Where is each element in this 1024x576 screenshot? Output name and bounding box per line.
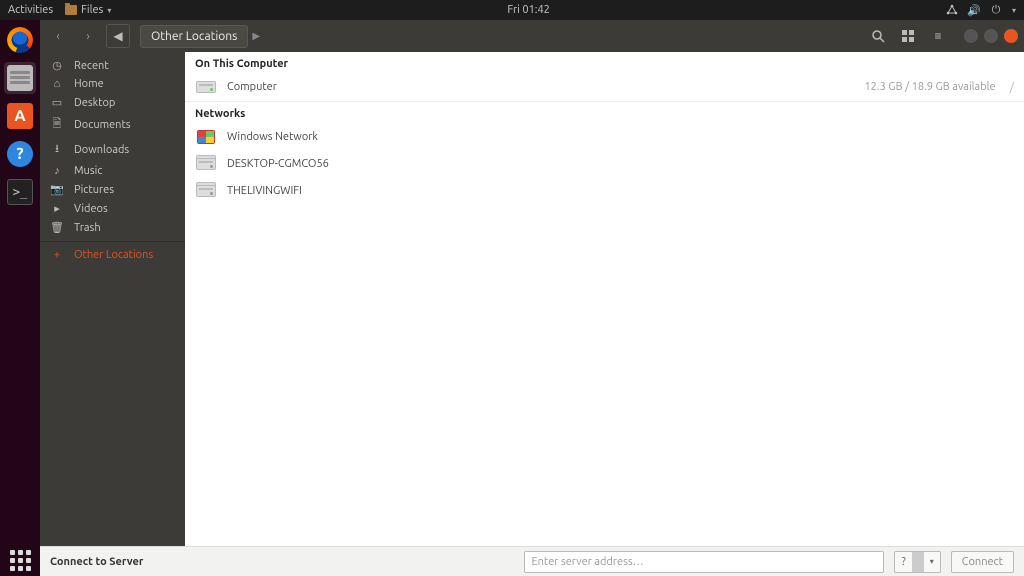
view-toggle-button[interactable] <box>896 24 920 48</box>
close-button[interactable] <box>1004 29 1018 43</box>
sidebar-item-other-locations[interactable]: + Other Locations <box>40 246 185 264</box>
desktop-icon: ▭ <box>50 96 64 109</box>
sidebar-item-label: Home <box>74 78 104 90</box>
music-icon: ♪ <box>50 165 64 177</box>
power-icon[interactable]: ⏻ <box>990 4 1002 16</box>
software-icon: A <box>7 103 33 129</box>
sidebar-item-trash[interactable]: 🗑 Trash <box>40 218 185 237</box>
app-menu[interactable]: Files ▾ <box>65 4 111 16</box>
forward-button[interactable]: › <box>76 24 100 48</box>
gnome-topbar: Activities Files ▾ Fri 01:42 🔊 ⏻ ▾ <box>0 0 1024 20</box>
section-header-networks: Networks <box>185 102 1024 124</box>
show-applications[interactable] <box>4 544 36 576</box>
launcher-dock: A ? >_ <box>0 20 40 576</box>
question-icon: ? <box>895 556 911 568</box>
clock[interactable]: Fri 01:42 <box>111 4 946 16</box>
sidebar-item-label: Downloads <box>74 144 129 156</box>
chevron-right-icon: ▶ <box>250 30 262 42</box>
breadcrumb-item[interactable]: Other Locations <box>140 25 248 48</box>
network-icon[interactable] <box>946 4 958 16</box>
row-label: DESKTOP-CGMCO56 <box>227 158 329 170</box>
folder-icon <box>65 5 77 15</box>
breadcrumb: Other Locations ▶ <box>140 25 262 48</box>
back-button[interactable]: ‹ <box>46 24 70 48</box>
server-address-input[interactable] <box>524 551 884 573</box>
server-icon <box>195 182 217 200</box>
content-area: On This Computer Computer 12.3 GB / 18.9… <box>185 52 1024 546</box>
row-meta: 12.3 GB / 18.9 GB available <box>864 81 995 93</box>
row-mount: / <box>1010 81 1014 94</box>
chevron-down-icon: ▾ <box>924 557 940 566</box>
files-icon <box>7 65 33 91</box>
sidebar-item-label: Desktop <box>74 97 115 109</box>
sidebar-item-documents[interactable]: 🗎 Documents <box>40 112 185 137</box>
sidebar-item-music[interactable]: ♪ Music <box>40 162 185 180</box>
camera-icon: 📷 <box>50 183 64 196</box>
row-label: Windows Network <box>227 131 318 143</box>
sidebar-item-label: Pictures <box>74 184 114 196</box>
help-icon: ? <box>7 141 33 167</box>
dock-terminal[interactable]: >_ <box>4 176 36 208</box>
video-icon: ▸ <box>50 202 64 215</box>
plus-icon: + <box>50 249 64 261</box>
minimize-button[interactable] <box>964 29 978 43</box>
windows-network-icon <box>195 128 217 146</box>
server-hint-button[interactable]: ?▾ <box>894 551 940 573</box>
maximize-button[interactable] <box>984 29 998 43</box>
download-icon: ⭳ <box>50 140 64 159</box>
connect-button[interactable]: Connect <box>951 551 1014 573</box>
volume-icon[interactable]: 🔊 <box>968 4 980 16</box>
hamburger-menu[interactable]: ≡ <box>926 24 950 48</box>
connect-server-label: Connect to Server <box>50 556 143 568</box>
trash-icon: 🗑 <box>50 221 64 234</box>
files-window: ‹ › ◀ Other Locations ▶ ≡ ◷ Recent ⌂ Home … <box>40 20 1024 576</box>
location-row-network[interactable]: THELIVINGWIFI <box>185 178 1024 205</box>
sidebar-item-label: Videos <box>74 203 108 215</box>
sidebar-item-label: Recent <box>74 60 109 72</box>
row-label: Computer <box>227 81 277 93</box>
drive-icon <box>195 78 217 96</box>
dock-firefox[interactable] <box>4 24 36 56</box>
sidebar-item-label: Other Locations <box>74 249 153 261</box>
section-header-computer: On This Computer <box>185 52 1024 74</box>
sidebar-item-label: Trash <box>74 222 101 234</box>
app-name-label: Files <box>81 4 103 16</box>
sidebar-item-downloads[interactable]: ⭳ Downloads <box>40 137 185 162</box>
activities-button[interactable]: Activities <box>8 4 53 16</box>
server-icon <box>195 155 217 173</box>
window-headerbar: ‹ › ◀ Other Locations ▶ ≡ <box>40 20 1024 52</box>
location-row-network[interactable]: DESKTOP-CGMCO56 <box>185 151 1024 178</box>
sidebar-item-pictures[interactable]: 📷 Pictures <box>40 180 185 199</box>
sidebar-item-label: Documents <box>74 119 131 131</box>
terminal-icon: >_ <box>7 179 33 205</box>
sidebar-item-recent[interactable]: ◷ Recent <box>40 56 185 75</box>
path-toggle-button[interactable]: ◀ <box>106 24 130 48</box>
sidebar-item-desktop[interactable]: ▭ Desktop <box>40 93 185 112</box>
sidebar-item-videos[interactable]: ▸ Videos <box>40 199 185 218</box>
document-icon: 🗎 <box>50 115 64 134</box>
sidebar-item-home[interactable]: ⌂ Home <box>40 75 185 93</box>
dock-software[interactable]: A <box>4 100 36 132</box>
sidebar-item-label: Music <box>74 165 102 177</box>
location-row-computer[interactable]: Computer 12.3 GB / 18.9 GB available / <box>185 74 1024 101</box>
location-row-network[interactable]: Windows Network <box>185 124 1024 151</box>
clock-icon: ◷ <box>50 59 64 72</box>
dock-help[interactable]: ? <box>4 138 36 170</box>
chevron-down-icon[interactable]: ▾ <box>1012 6 1016 15</box>
places-sidebar: ◷ Recent ⌂ Home ▭ Desktop 🗎 Documents ⭳ Downl… <box>40 52 185 546</box>
firefox-icon <box>7 27 33 53</box>
home-icon: ⌂ <box>50 78 64 90</box>
connect-server-bar: Connect to Server ?▾ Connect <box>40 546 1024 576</box>
row-label: THELIVINGWIFI <box>227 185 302 197</box>
search-button[interactable] <box>866 24 890 48</box>
apps-grid-icon <box>7 547 33 573</box>
dock-files[interactable] <box>4 62 36 94</box>
